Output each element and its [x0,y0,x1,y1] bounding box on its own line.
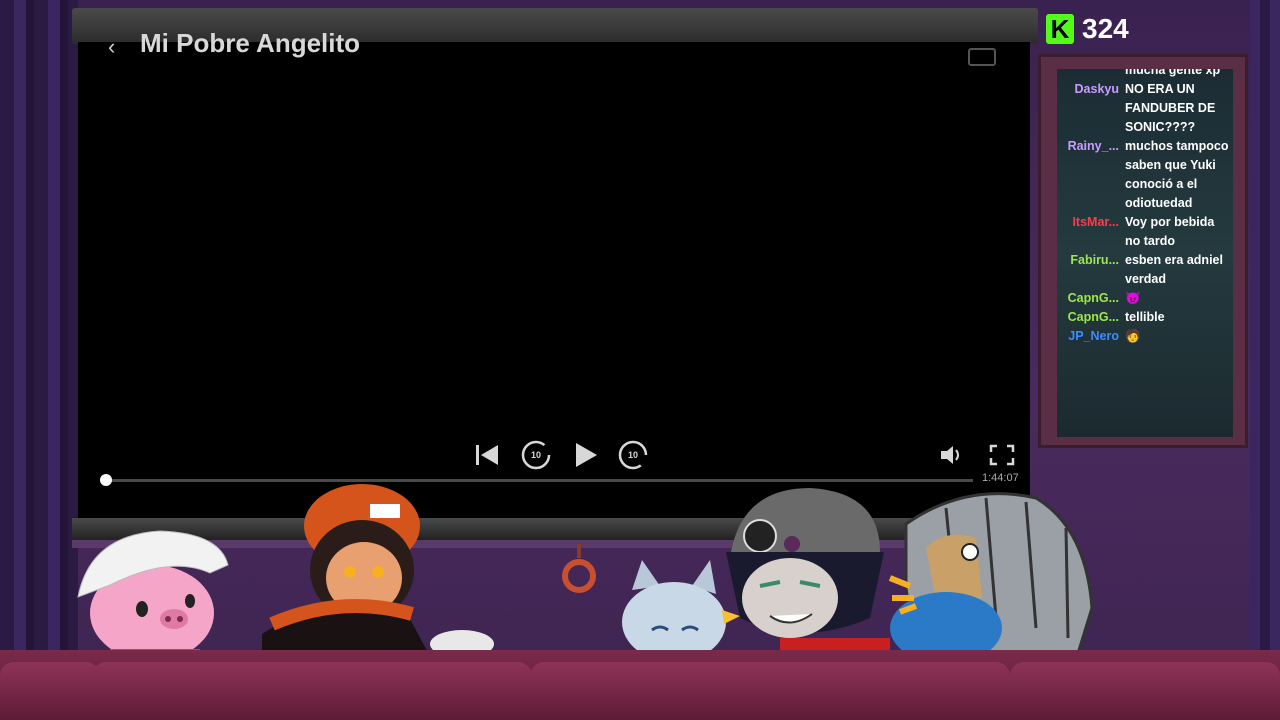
kick-viewer-badge: K 324 [1046,12,1129,46]
hanging-ring-decoration [558,544,600,594]
chat-username: CapnG... [1067,310,1119,324]
play-icon[interactable] [570,438,602,472]
pig-avatar [70,525,230,661]
chat-emote: 🧑 [1125,329,1141,343]
chat-username: JP_Nero [1068,329,1119,343]
right-curtain [1250,0,1280,720]
sofa-cushion [1010,662,1280,720]
armored-avatar [886,488,1110,664]
chat-username: ItsMar... [1072,215,1119,229]
forward-10-label: 10 [627,450,638,460]
video-title: Mi Pobre Angelito [140,28,361,58]
chat-text: esben era adniel verdad [1125,253,1223,286]
sofa-cushion [0,662,100,720]
chat-username: Daskyu [1074,82,1119,96]
skip-previous-icon[interactable] [472,440,502,470]
left-curtain [0,0,78,720]
chat-text: Voy por bebida no tardo [1125,215,1215,248]
chat-username: Fabiru... [1070,253,1119,267]
chat-message: CapnG... tellible [1057,308,1233,327]
chat-text: NO ERA UN FANDUBER DE SONIC???? [1125,82,1216,134]
volume-icon[interactable] [938,442,966,468]
chat-message: CapnG... 😈 [1057,289,1233,308]
fullscreen-icon[interactable] [988,442,1016,468]
chat-text: tellible [1125,310,1165,324]
forward-10-icon[interactable]: 10 [616,438,650,472]
sofa-cushion [92,662,532,720]
chat-username: Rainy_... [1067,139,1119,153]
subtitles-icon[interactable] [968,48,996,66]
chat-message: Rainy_... muchos tampoco saben que Yuki … [1057,137,1233,213]
chat-message: ItsMar... Voy por bebida no tardo [1057,213,1233,251]
chat-username [1057,69,1125,80]
viewer-count: 324 [1082,13,1129,44]
chat-panel: mucha gente xp Daskyu NO ERA UN FANDUBER… [1057,69,1233,437]
video-player[interactable]: ‹ Mi Pobre Angelito 10 10 1:44:07 [78,28,1030,520]
chat-message: Fabiru... esben era adniel verdad [1057,251,1233,289]
chat-username: CapnG... [1067,291,1119,305]
chat-emote: 😈 [1125,291,1141,305]
back-icon[interactable]: ‹ [108,34,115,60]
chat-message: Daskyu NO ERA UN FANDUBER DE SONIC???? [1057,80,1233,137]
beanie-avatar [720,488,890,660]
chat-text: muchos tampoco saben que Yuki conoció a … [1125,139,1229,210]
rewind-10-icon[interactable]: 10 [519,438,553,472]
kick-logo-icon: K [1046,14,1074,44]
chat-text: mucha gente xp [1125,69,1221,77]
chat-message: mucha gente xp [1057,69,1233,80]
chat-frame: mucha gente xp Daskyu NO ERA UN FANDUBER… [1038,54,1248,448]
progress-bar[interactable] [105,479,973,482]
rewind-10-label: 10 [530,450,541,460]
chat-message: JP_Nero 🧑 [1057,327,1233,346]
duration-label: 1:44:07 [982,472,1019,484]
sofa-cushion [530,662,1010,720]
progress-knob[interactable] [100,474,112,486]
orange-cap-avatar [262,474,494,660]
